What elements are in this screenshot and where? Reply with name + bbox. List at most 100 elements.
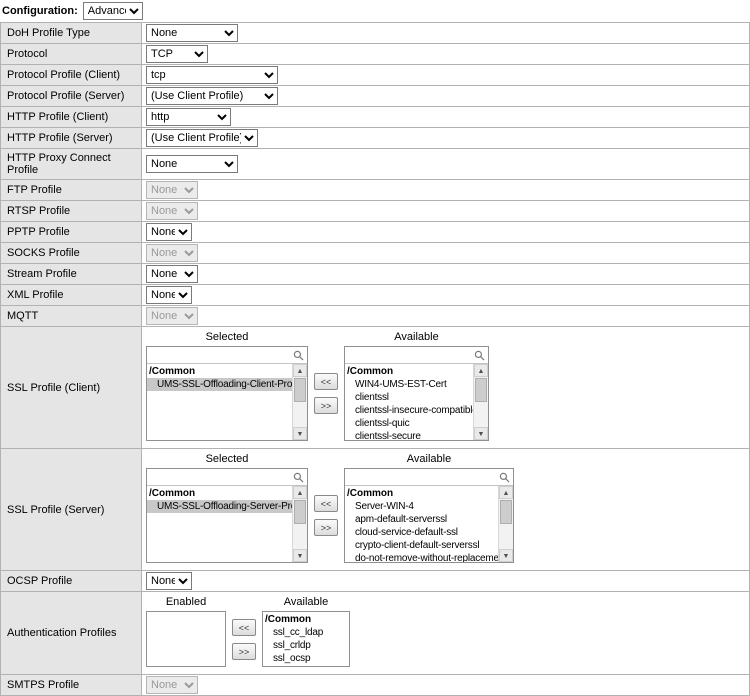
list-item[interactable]: ssl_crldp	[263, 639, 349, 652]
list-item[interactable]: Server-WIN-4	[345, 500, 498, 513]
list-item[interactable]: ssl_cc_ldap	[263, 626, 349, 639]
ocsp-profile-select[interactable]: None	[146, 572, 192, 590]
list-item[interactable]: do-not-remove-without-replacement	[345, 552, 498, 562]
ssl-profile-client-left-list: /CommonUMS-SSL-Offloading-Client-Profile	[147, 364, 292, 440]
configuration-table: DoH Profile TypeNoneProtocolTCPProtocol …	[0, 22, 750, 696]
http-profile-client-select[interactable]: http	[146, 108, 231, 126]
xml-profile-label: XML Profile	[1, 285, 142, 306]
list-group-header: /Common	[147, 365, 292, 378]
scroll-up-icon[interactable]: ▲	[293, 364, 307, 377]
doh-profile-type-select[interactable]: None	[146, 24, 238, 42]
list-item[interactable]: clientssl-quic	[345, 417, 473, 430]
scroll-down-icon[interactable]: ▼	[293, 549, 307, 562]
scrollbar-thumb[interactable]	[294, 500, 306, 524]
rtsp-profile-select[interactable]: None	[146, 202, 198, 220]
authentication-profiles-move-right-button[interactable]: >>	[232, 643, 256, 660]
list-item[interactable]: ssl_ocsp	[263, 652, 349, 665]
list-item[interactable]: clientssl	[345, 391, 473, 404]
search-icon	[474, 350, 485, 361]
ocsp-profile-label: OCSP Profile	[1, 571, 142, 592]
scrollbar-thumb[interactable]	[475, 378, 487, 402]
row-http-profile-client: HTTP Profile (Client)http	[1, 107, 750, 128]
row-ftp-profile: FTP ProfileNone	[1, 180, 750, 201]
scrollbar[interactable]: ▲▼	[473, 364, 488, 440]
pptp-profile-select[interactable]: None	[146, 223, 192, 241]
mqtt-select[interactable]: None	[146, 307, 198, 325]
scrollbar[interactable]: ▲▼	[498, 486, 513, 562]
scrollbar-track[interactable]	[474, 377, 488, 427]
list-item[interactable]: UMS-SSL-Offloading-Server-Profile	[147, 500, 292, 513]
authentication-profiles-move-left-button[interactable]: <<	[232, 619, 256, 636]
scroll-down-icon[interactable]: ▼	[293, 427, 307, 440]
stream-profile-select[interactable]: None	[146, 265, 198, 283]
list-item[interactable]: clientssl-secure	[345, 430, 473, 440]
authentication-profiles-left-list	[147, 612, 225, 666]
list-item[interactable]: crypto-client-default-serverssl	[345, 539, 498, 552]
list-item[interactable]: clientssl-insecure-compatible	[345, 404, 473, 417]
authentication-profiles-right-list: /Commonssl_cc_ldapssl_crldpssl_ocsp	[263, 612, 349, 666]
scroll-down-icon[interactable]: ▼	[474, 427, 488, 440]
scrollbar-thumb[interactable]	[500, 500, 512, 524]
configuration-select[interactable]: Advanced	[83, 2, 143, 20]
protocol-profile-client-select[interactable]: tcp	[146, 66, 278, 84]
ssl-profile-server-left-search-input[interactable]	[147, 469, 307, 486]
list-item[interactable]: UMS-SSL-Offloading-Client-Profile	[147, 378, 292, 391]
row-doh-profile-type: DoH Profile TypeNone	[1, 23, 750, 44]
scrollbar[interactable]: ▲▼	[292, 364, 307, 440]
list-item[interactable]: cloud-service-default-ssl	[345, 526, 498, 539]
scrollbar-track[interactable]	[293, 499, 307, 549]
scroll-up-icon[interactable]: ▲	[293, 486, 307, 499]
row-authentication-profiles: Authentication ProfilesEnabled<<>>Availa…	[1, 592, 750, 675]
protocol-label: Protocol	[1, 44, 142, 65]
protocol-profile-client-label: Protocol Profile (Client)	[1, 65, 142, 86]
row-ocsp-profile: OCSP ProfileNone	[1, 571, 750, 592]
ssl-profile-client-left-column: Selected/CommonUMS-SSL-Offloading-Client…	[146, 330, 308, 441]
ssl-profile-server-right-search-input[interactable]	[345, 469, 513, 486]
smtps-profile-select[interactable]: None	[146, 676, 198, 694]
protocol-select[interactable]: TCP	[146, 45, 208, 63]
row-smtps-profile: SMTPS ProfileNone	[1, 675, 750, 696]
http-proxy-connect-profile-select[interactable]: None	[146, 155, 238, 173]
protocol-profile-server-select[interactable]: (Use Client Profile)	[146, 87, 278, 105]
smtps-profile-label: SMTPS Profile	[1, 675, 142, 696]
ssl-profile-server-left-column: Selected/CommonUMS-SSL-Offloading-Server…	[146, 452, 308, 563]
row-http-profile-server: HTTP Profile (Server)(Use Client Profile…	[1, 128, 750, 149]
ftp-profile-label: FTP Profile	[1, 180, 142, 201]
configuration-bar: Configuration: Advanced	[0, 0, 750, 22]
search-icon	[293, 472, 304, 483]
ssl-profile-client-label: SSL Profile (Client)	[1, 327, 142, 449]
http-profile-server-select[interactable]: (Use Client Profile)	[146, 129, 258, 147]
ssl-profile-client-left-search-input[interactable]	[147, 347, 307, 364]
ssl-profile-server-move-right-button[interactable]: >>	[314, 519, 338, 536]
ssl-profile-client-left-header: Selected	[146, 330, 308, 345]
list-item[interactable]: WIN4-UMS-EST-Cert	[345, 378, 473, 391]
ssl-profile-client-move-right-button[interactable]: >>	[314, 397, 338, 414]
ssl-profile-client-right-header: Available	[344, 330, 489, 345]
scrollbar[interactable]: ▲▼	[292, 486, 307, 562]
ssl-profile-client-dual-list: Selected/CommonUMS-SSL-Offloading-Client…	[146, 330, 745, 441]
socks-profile-select[interactable]: None	[146, 244, 198, 262]
ssl-profile-client-left-listbox: /CommonUMS-SSL-Offloading-Client-Profile…	[146, 346, 308, 441]
list-group-header: /Common	[263, 613, 349, 626]
list-item[interactable]: apm-default-serverssl	[345, 513, 498, 526]
scrollbar-thumb[interactable]	[294, 378, 306, 402]
pptp-profile-label: PPTP Profile	[1, 222, 142, 243]
ssl-profile-server-right-column: Available/CommonServer-WIN-4apm-default-…	[344, 452, 514, 563]
ssl-profile-client-right-listbox: /CommonWIN4-UMS-EST-Certclientsslclients…	[344, 346, 489, 441]
scrollbar-track[interactable]	[293, 377, 307, 427]
row-http-proxy-connect-profile: HTTP Proxy Connect ProfileNone	[1, 149, 750, 180]
ssl-profile-client-right-search-input[interactable]	[345, 347, 488, 364]
scroll-up-icon[interactable]: ▲	[499, 486, 513, 499]
scroll-down-icon[interactable]: ▼	[499, 549, 513, 562]
authentication-profiles-right-column: Available/Commonssl_cc_ldapssl_crldpssl_…	[262, 595, 350, 667]
list-group-header: /Common	[345, 487, 498, 500]
authentication-profiles-right-listbox: /Commonssl_cc_ldapssl_crldpssl_ocsp	[262, 611, 350, 667]
ftp-profile-select[interactable]: None	[146, 181, 198, 199]
scroll-up-icon[interactable]: ▲	[474, 364, 488, 377]
xml-profile-select[interactable]: None	[146, 286, 192, 304]
row-mqtt: MQTTNone	[1, 306, 750, 327]
ssl-profile-server-move-left-button[interactable]: <<	[314, 495, 338, 512]
scrollbar-track[interactable]	[499, 499, 513, 549]
ssl-profile-client-move-left-button[interactable]: <<	[314, 373, 338, 390]
mqtt-label: MQTT	[1, 306, 142, 327]
